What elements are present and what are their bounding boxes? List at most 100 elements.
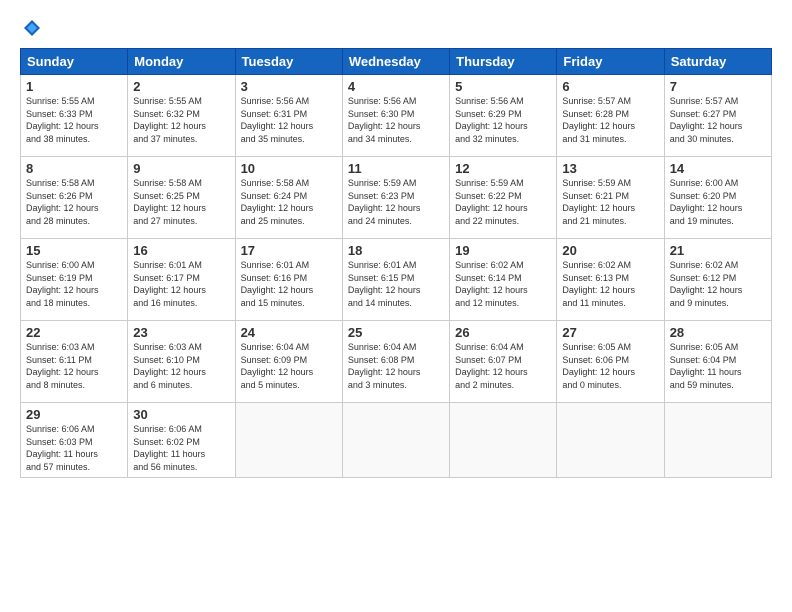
weekday-header-monday: Monday [128, 49, 235, 75]
day-info: Sunrise: 6:02 AM Sunset: 6:12 PM Dayligh… [670, 259, 766, 309]
calendar-day-cell: 21Sunrise: 6:02 AM Sunset: 6:12 PM Dayli… [664, 239, 771, 321]
weekday-header-friday: Friday [557, 49, 664, 75]
day-number: 21 [670, 243, 766, 258]
day-info: Sunrise: 5:58 AM Sunset: 6:25 PM Dayligh… [133, 177, 229, 227]
calendar-day-cell: 28Sunrise: 6:05 AM Sunset: 6:04 PM Dayli… [664, 321, 771, 403]
calendar-day-cell: 6Sunrise: 5:57 AM Sunset: 6:28 PM Daylig… [557, 75, 664, 157]
day-number: 26 [455, 325, 551, 340]
day-info: Sunrise: 5:58 AM Sunset: 6:26 PM Dayligh… [26, 177, 122, 227]
day-number: 17 [241, 243, 337, 258]
weekday-header-thursday: Thursday [450, 49, 557, 75]
calendar-day-cell: 19Sunrise: 6:02 AM Sunset: 6:14 PM Dayli… [450, 239, 557, 321]
day-number: 7 [670, 79, 766, 94]
day-number: 19 [455, 243, 551, 258]
day-info: Sunrise: 6:02 AM Sunset: 6:13 PM Dayligh… [562, 259, 658, 309]
day-info: Sunrise: 5:56 AM Sunset: 6:31 PM Dayligh… [241, 95, 337, 145]
calendar-day-cell [450, 403, 557, 478]
calendar-day-cell [557, 403, 664, 478]
day-number: 22 [26, 325, 122, 340]
day-number: 3 [241, 79, 337, 94]
day-info: Sunrise: 5:59 AM Sunset: 6:22 PM Dayligh… [455, 177, 551, 227]
day-info: Sunrise: 6:00 AM Sunset: 6:19 PM Dayligh… [26, 259, 122, 309]
day-info: Sunrise: 6:06 AM Sunset: 6:02 PM Dayligh… [133, 423, 229, 473]
day-info: Sunrise: 6:01 AM Sunset: 6:16 PM Dayligh… [241, 259, 337, 309]
calendar-day-cell: 3Sunrise: 5:56 AM Sunset: 6:31 PM Daylig… [235, 75, 342, 157]
calendar-day-cell [664, 403, 771, 478]
weekday-header-saturday: Saturday [664, 49, 771, 75]
day-number: 27 [562, 325, 658, 340]
day-number: 16 [133, 243, 229, 258]
calendar-day-cell: 29Sunrise: 6:06 AM Sunset: 6:03 PM Dayli… [21, 403, 128, 478]
calendar-day-cell [235, 403, 342, 478]
calendar-header-row: SundayMondayTuesdayWednesdayThursdayFrid… [21, 49, 772, 75]
calendar-day-cell: 20Sunrise: 6:02 AM Sunset: 6:13 PM Dayli… [557, 239, 664, 321]
calendar-day-cell: 13Sunrise: 5:59 AM Sunset: 6:21 PM Dayli… [557, 157, 664, 239]
calendar-week-row: 1Sunrise: 5:55 AM Sunset: 6:33 PM Daylig… [21, 75, 772, 157]
weekday-header-wednesday: Wednesday [342, 49, 449, 75]
header [20, 18, 772, 38]
calendar-day-cell: 15Sunrise: 6:00 AM Sunset: 6:19 PM Dayli… [21, 239, 128, 321]
calendar-week-row: 15Sunrise: 6:00 AM Sunset: 6:19 PM Dayli… [21, 239, 772, 321]
calendar-day-cell: 16Sunrise: 6:01 AM Sunset: 6:17 PM Dayli… [128, 239, 235, 321]
calendar-day-cell: 22Sunrise: 6:03 AM Sunset: 6:11 PM Dayli… [21, 321, 128, 403]
day-info: Sunrise: 6:00 AM Sunset: 6:20 PM Dayligh… [670, 177, 766, 227]
calendar-day-cell: 8Sunrise: 5:58 AM Sunset: 6:26 PM Daylig… [21, 157, 128, 239]
day-number: 25 [348, 325, 444, 340]
weekday-header-sunday: Sunday [21, 49, 128, 75]
day-number: 1 [26, 79, 122, 94]
day-info: Sunrise: 6:03 AM Sunset: 6:10 PM Dayligh… [133, 341, 229, 391]
day-number: 14 [670, 161, 766, 176]
day-number: 9 [133, 161, 229, 176]
calendar-day-cell: 4Sunrise: 5:56 AM Sunset: 6:30 PM Daylig… [342, 75, 449, 157]
calendar-week-row: 29Sunrise: 6:06 AM Sunset: 6:03 PM Dayli… [21, 403, 772, 478]
day-number: 20 [562, 243, 658, 258]
day-info: Sunrise: 5:55 AM Sunset: 6:32 PM Dayligh… [133, 95, 229, 145]
calendar-day-cell [342, 403, 449, 478]
calendar-day-cell: 2Sunrise: 5:55 AM Sunset: 6:32 PM Daylig… [128, 75, 235, 157]
day-number: 30 [133, 407, 229, 422]
day-info: Sunrise: 6:05 AM Sunset: 6:06 PM Dayligh… [562, 341, 658, 391]
calendar-day-cell: 14Sunrise: 6:00 AM Sunset: 6:20 PM Dayli… [664, 157, 771, 239]
calendar-day-cell: 17Sunrise: 6:01 AM Sunset: 6:16 PM Dayli… [235, 239, 342, 321]
day-info: Sunrise: 6:04 AM Sunset: 6:07 PM Dayligh… [455, 341, 551, 391]
calendar-day-cell: 25Sunrise: 6:04 AM Sunset: 6:08 PM Dayli… [342, 321, 449, 403]
day-info: Sunrise: 5:57 AM Sunset: 6:27 PM Dayligh… [670, 95, 766, 145]
day-info: Sunrise: 5:56 AM Sunset: 6:30 PM Dayligh… [348, 95, 444, 145]
day-number: 23 [133, 325, 229, 340]
day-number: 8 [26, 161, 122, 176]
calendar: SundayMondayTuesdayWednesdayThursdayFrid… [20, 48, 772, 478]
day-info: Sunrise: 5:58 AM Sunset: 6:24 PM Dayligh… [241, 177, 337, 227]
day-number: 15 [26, 243, 122, 258]
page: SundayMondayTuesdayWednesdayThursdayFrid… [0, 0, 792, 488]
day-number: 12 [455, 161, 551, 176]
calendar-day-cell: 18Sunrise: 6:01 AM Sunset: 6:15 PM Dayli… [342, 239, 449, 321]
day-info: Sunrise: 6:01 AM Sunset: 6:15 PM Dayligh… [348, 259, 444, 309]
day-info: Sunrise: 6:01 AM Sunset: 6:17 PM Dayligh… [133, 259, 229, 309]
day-info: Sunrise: 5:56 AM Sunset: 6:29 PM Dayligh… [455, 95, 551, 145]
day-number: 29 [26, 407, 122, 422]
day-number: 5 [455, 79, 551, 94]
day-number: 18 [348, 243, 444, 258]
day-info: Sunrise: 5:57 AM Sunset: 6:28 PM Dayligh… [562, 95, 658, 145]
calendar-week-row: 22Sunrise: 6:03 AM Sunset: 6:11 PM Dayli… [21, 321, 772, 403]
day-number: 11 [348, 161, 444, 176]
calendar-day-cell: 27Sunrise: 6:05 AM Sunset: 6:06 PM Dayli… [557, 321, 664, 403]
calendar-day-cell: 9Sunrise: 5:58 AM Sunset: 6:25 PM Daylig… [128, 157, 235, 239]
day-number: 24 [241, 325, 337, 340]
day-number: 2 [133, 79, 229, 94]
day-info: Sunrise: 5:59 AM Sunset: 6:21 PM Dayligh… [562, 177, 658, 227]
calendar-day-cell: 23Sunrise: 6:03 AM Sunset: 6:10 PM Dayli… [128, 321, 235, 403]
calendar-day-cell: 7Sunrise: 5:57 AM Sunset: 6:27 PM Daylig… [664, 75, 771, 157]
day-info: Sunrise: 6:04 AM Sunset: 6:08 PM Dayligh… [348, 341, 444, 391]
day-info: Sunrise: 5:59 AM Sunset: 6:23 PM Dayligh… [348, 177, 444, 227]
logo-icon [22, 18, 42, 38]
day-number: 4 [348, 79, 444, 94]
day-number: 13 [562, 161, 658, 176]
day-info: Sunrise: 6:06 AM Sunset: 6:03 PM Dayligh… [26, 423, 122, 473]
calendar-week-row: 8Sunrise: 5:58 AM Sunset: 6:26 PM Daylig… [21, 157, 772, 239]
day-info: Sunrise: 6:04 AM Sunset: 6:09 PM Dayligh… [241, 341, 337, 391]
calendar-day-cell: 10Sunrise: 5:58 AM Sunset: 6:24 PM Dayli… [235, 157, 342, 239]
logo [20, 18, 42, 38]
day-info: Sunrise: 6:02 AM Sunset: 6:14 PM Dayligh… [455, 259, 551, 309]
day-number: 28 [670, 325, 766, 340]
